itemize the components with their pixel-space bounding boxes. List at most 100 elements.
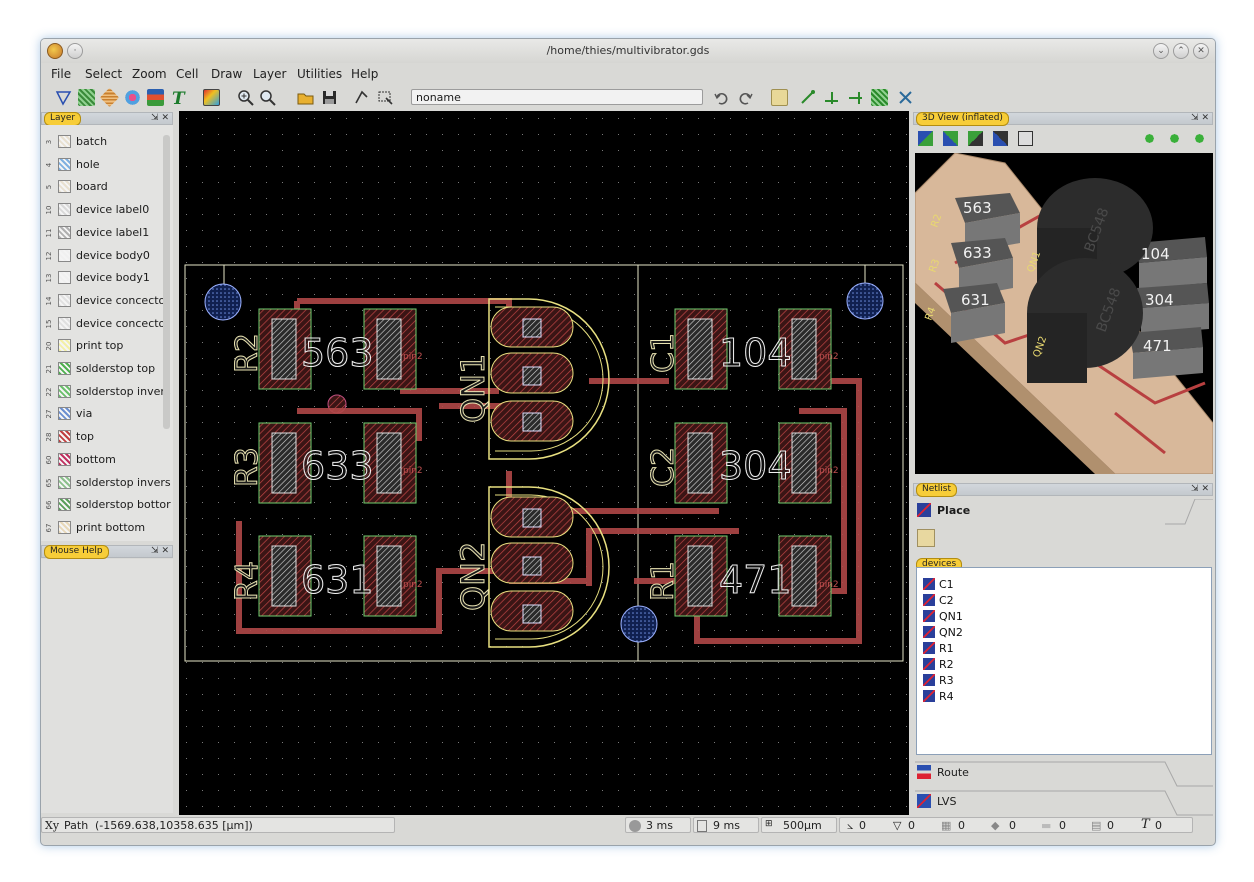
menu-cell[interactable]: Cell — [176, 67, 198, 81]
mouse-help-buttons[interactable]: ⇲ ✕ — [151, 546, 169, 556]
layer-row[interactable]: 60 bottom — [41, 449, 171, 471]
view3d-bottom-icon[interactable] — [993, 131, 1008, 146]
minimize-button[interactable]: ⌄ — [1153, 43, 1169, 59]
layer-swatch-icon[interactable] — [58, 384, 71, 398]
view3d-buttons[interactable]: ⇲ ✕ — [1191, 113, 1209, 123]
snap-edge-icon[interactable] — [847, 89, 864, 106]
device-item[interactable]: QN1 — [923, 610, 963, 626]
layer-swatch-icon[interactable] — [58, 498, 71, 512]
layer-swatch-icon[interactable] — [58, 293, 71, 307]
netlist-route-tab[interactable]: Route — [915, 761, 1213, 787]
layer-row[interactable]: 28 top — [41, 426, 171, 448]
draw-text-icon[interactable]: T — [169, 89, 186, 106]
snap-nearest-icon[interactable] — [897, 89, 914, 106]
maximize-button[interactable]: ⌃ — [1173, 43, 1189, 59]
layer-name: device concector — [76, 293, 170, 307]
layer-row[interactable]: 13 device body1 — [41, 267, 171, 289]
layer-row[interactable]: 12 device body0 — [41, 245, 171, 267]
undo-icon[interactable] — [713, 89, 730, 106]
view3d-rotate-z-icon[interactable] — [1192, 131, 1207, 146]
save-icon[interactable] — [321, 89, 338, 106]
redo-icon[interactable] — [737, 89, 754, 106]
layer-swatch-icon[interactable] — [58, 225, 71, 239]
layer-swatch-icon[interactable] — [58, 180, 71, 194]
netlist-place-tab[interactable]: Place — [915, 499, 1213, 525]
select-tool-icon[interactable] — [377, 89, 394, 106]
view3d-front-icon[interactable] — [918, 131, 933, 146]
layer-swatch-icon[interactable] — [58, 203, 71, 217]
cell-name-combo[interactable]: noname — [411, 89, 703, 105]
zoom-fit-icon[interactable] — [259, 89, 276, 106]
snap-point-icon[interactable] — [799, 89, 816, 106]
view3d-rotate-x-icon[interactable] — [1142, 131, 1157, 146]
layout-svg[interactable]: R2 R3 R4 QN1 QN2 C1 C2 R1 563 633 631 10… — [179, 111, 909, 815]
cell-reference-icon[interactable] — [203, 89, 220, 106]
auto-place-icon[interactable] — [917, 529, 935, 547]
layer-row[interactable]: 3 batch — [41, 131, 171, 153]
device-item[interactable]: R2 — [923, 658, 954, 674]
layer-row[interactable]: 27 via — [41, 403, 171, 425]
snap-area-icon[interactable] — [871, 89, 888, 106]
view3d-camera-icon[interactable] — [1018, 131, 1033, 146]
layer-swatch-icon[interactable] — [58, 271, 71, 285]
device-item[interactable]: R3 — [923, 674, 954, 690]
netlist-lvs-tab[interactable]: LVS — [915, 790, 1213, 816]
device-item[interactable]: C2 — [923, 594, 954, 610]
view3d-top-icon[interactable] — [968, 131, 983, 146]
layer-swatch-icon[interactable] — [58, 248, 71, 262]
layer-row[interactable]: 22 solderstop invers — [41, 381, 171, 403]
zoom-in-icon[interactable] — [237, 89, 254, 106]
layer-swatch-icon[interactable] — [58, 407, 71, 421]
layer-swatch-icon[interactable] — [58, 316, 71, 330]
view3d-canvas[interactable]: 563 633 631 104 304 471 BC548 BC548 R2 R… — [915, 153, 1213, 474]
layer-panel-buttons[interactable]: ⇲ ✕ — [151, 113, 169, 123]
snap-middle-icon[interactable] — [823, 89, 840, 106]
menu-zoom[interactable]: Zoom — [132, 67, 167, 81]
menu-file[interactable]: File — [51, 67, 71, 81]
layer-scrollbar[interactable] — [163, 135, 170, 429]
device-item[interactable]: R4 — [923, 690, 954, 706]
view3d-rotate-y-icon[interactable] — [1167, 131, 1182, 146]
draw-box-icon[interactable] — [78, 89, 95, 106]
view3d-side-icon[interactable] — [943, 131, 958, 146]
layer-swatch-icon[interactable] — [58, 362, 71, 375]
device-item[interactable]: QN2 — [923, 626, 963, 642]
layer-swatch-icon[interactable] — [58, 452, 71, 466]
layer-row[interactable]: 4 hole — [41, 154, 171, 176]
open-folder-icon[interactable] — [297, 89, 314, 106]
snap-grid-icon[interactable] — [771, 89, 788, 106]
layer-swatch-icon[interactable] — [58, 430, 71, 444]
layer-swatch-icon[interactable] — [58, 520, 71, 534]
layout-canvas[interactable]: R2 R3 R4 QN1 QN2 C1 C2 R1 563 633 631 10… — [179, 111, 909, 815]
device-item[interactable]: R1 — [923, 642, 954, 658]
draw-layers-icon[interactable] — [147, 89, 164, 106]
layer-swatch-icon[interactable] — [58, 339, 71, 353]
menu-utilities[interactable]: Utilities — [297, 67, 342, 81]
layer-row[interactable]: 14 device concector — [41, 290, 171, 312]
device-item[interactable]: C1 — [923, 578, 954, 594]
layer-row[interactable]: 5 board — [41, 176, 171, 198]
layer-swatch-icon[interactable] — [58, 157, 71, 171]
layer-row[interactable]: 66 solderstop bottor — [41, 494, 171, 516]
menu-select[interactable]: Select — [85, 67, 122, 81]
layer-row[interactable]: 11 device label1 — [41, 222, 171, 244]
layer-swatch-icon[interactable] — [58, 475, 71, 489]
menu-layer[interactable]: Layer — [253, 67, 286, 81]
draw-rotated-box-icon[interactable] — [99, 87, 120, 108]
layer-row[interactable]: 10 device label0 — [41, 199, 171, 221]
netlist-buttons[interactable]: ⇲ ✕ — [1191, 484, 1209, 494]
menu-help[interactable]: Help — [351, 67, 378, 81]
layer-name: device body0 — [76, 248, 150, 262]
layer-row[interactable]: 21 solderstop top — [41, 358, 171, 380]
layer-row[interactable]: 67 print bottom — [41, 517, 171, 539]
layer-row[interactable]: 65 solderstop invers — [41, 472, 171, 494]
layer-swatch-icon[interactable] — [58, 135, 71, 148]
view3d-label-631: 631 — [961, 291, 990, 309]
close-button[interactable]: ✕ — [1193, 43, 1209, 59]
layer-row[interactable]: 20 print top — [41, 335, 171, 357]
draw-circle-icon[interactable] — [124, 89, 141, 106]
move-tool-icon[interactable] — [353, 89, 370, 106]
layer-row[interactable]: 15 device concector — [41, 313, 171, 335]
draw-polygon-icon[interactable] — [55, 89, 72, 106]
menu-draw[interactable]: Draw — [211, 67, 242, 81]
